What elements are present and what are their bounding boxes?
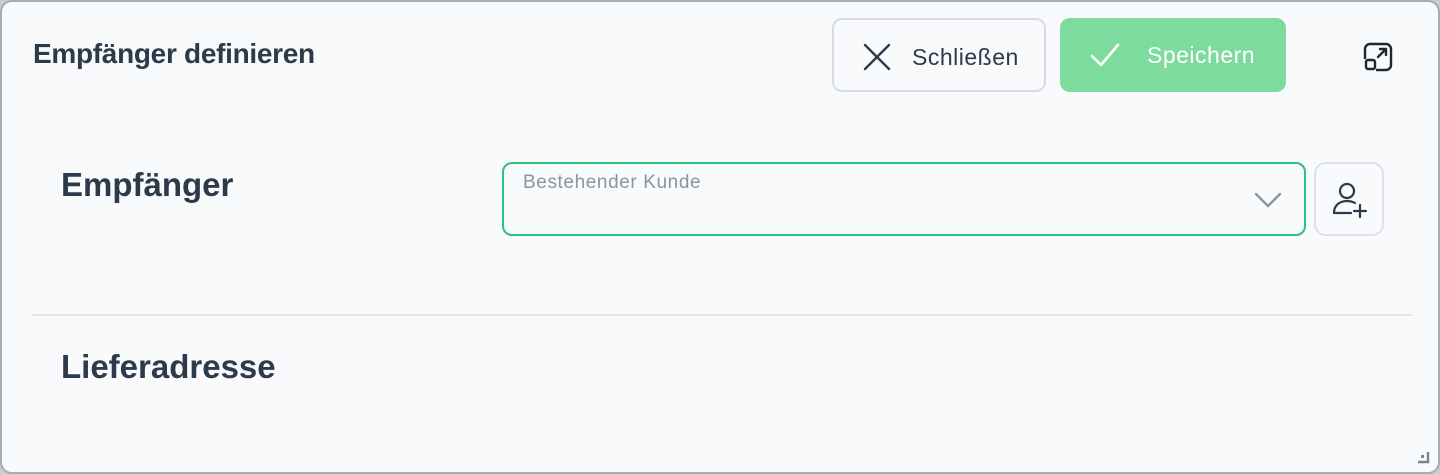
close-button-label: Schließen bbox=[912, 44, 1019, 70]
save-button[interactable]: Speichern bbox=[1060, 18, 1286, 92]
add-user-icon bbox=[1332, 182, 1368, 219]
add-customer-button[interactable] bbox=[1314, 162, 1384, 236]
select-placeholder: Bestehender Kunde bbox=[523, 172, 702, 193]
dialog: Empfänger definieren Schließen Speichern… bbox=[0, 0, 1440, 474]
dialog-title: Empfänger definieren bbox=[33, 38, 315, 69]
resize-handle-icon[interactable] bbox=[1416, 450, 1430, 464]
expand-icon[interactable] bbox=[1363, 42, 1393, 72]
section-divider bbox=[32, 314, 1412, 316]
check-icon bbox=[1090, 43, 1120, 67]
save-button-label: Speichern bbox=[1147, 42, 1256, 68]
chevron-down-icon bbox=[1254, 192, 1282, 208]
delivery-address-heading: Lieferadresse bbox=[61, 348, 276, 385]
existing-customer-select[interactable]: Bestehender Kunde bbox=[502, 162, 1306, 236]
close-button[interactable]: Schließen bbox=[832, 18, 1046, 92]
close-icon bbox=[863, 43, 891, 71]
recipient-heading: Empfänger bbox=[61, 166, 234, 203]
